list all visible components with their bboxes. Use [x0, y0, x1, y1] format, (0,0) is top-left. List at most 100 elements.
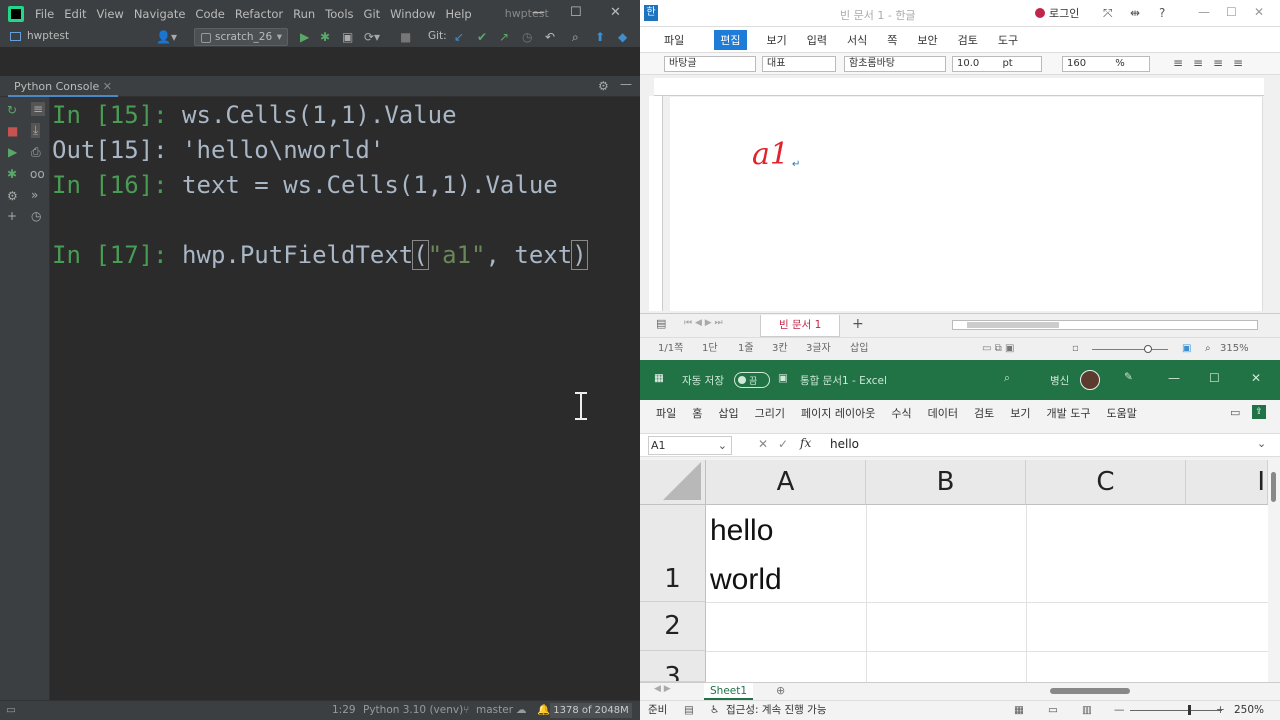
soft-wrap-icon[interactable]: ≡: [31, 102, 46, 116]
menu-page[interactable]: 쪽: [887, 32, 897, 48]
menu-review[interactable]: 검토: [958, 32, 978, 48]
accessibility-icon[interactable]: ♿: [710, 701, 719, 720]
add-tab-icon[interactable]: +: [852, 316, 864, 332]
pen-icon[interactable]: ✎: [1124, 371, 1133, 383]
line-spacing-input[interactable]: 160 %: [1062, 56, 1150, 72]
function-icon[interactable]: fx: [800, 436, 811, 450]
git-commit-icon[interactable]: ✔: [477, 30, 487, 44]
tab-nav-icon[interactable]: ⏮ ◀ ▶ ⏭: [684, 318, 723, 328]
menu-help[interactable]: Help: [446, 7, 472, 21]
minimize-icon[interactable]: —: [1168, 371, 1180, 385]
zoom-out-icon[interactable]: —: [1114, 701, 1125, 720]
tab-file[interactable]: 파일: [656, 405, 676, 421]
add-icon[interactable]: +: [7, 209, 17, 223]
rerun-icon[interactable]: ↻: [7, 103, 17, 117]
menu-tools[interactable]: 도구: [998, 32, 1018, 48]
zoom-in-icon[interactable]: +: [1216, 701, 1225, 720]
horizontal-scrollbar[interactable]: [952, 320, 1258, 330]
git-update-icon[interactable]: ↙: [454, 30, 464, 44]
field-text[interactable]: a1: [752, 137, 789, 172]
menu-run[interactable]: Run: [293, 7, 315, 21]
jetbrains-icon[interactable]: ◆: [618, 30, 627, 44]
update-icon[interactable]: ⬆: [595, 30, 605, 44]
user-icon[interactable]: 👤▾: [156, 30, 177, 44]
stop-console-icon[interactable]: ■: [7, 124, 18, 138]
document-page[interactable]: a1 ↵: [670, 97, 1262, 311]
rollback-icon[interactable]: ↶: [545, 30, 555, 44]
save-icon[interactable]: ▣: [778, 372, 788, 384]
select-all-button[interactable]: [640, 460, 706, 505]
tab-page-layout[interactable]: 페이지 레이아웃: [801, 405, 875, 421]
menu-navigate[interactable]: Navigate: [134, 7, 186, 21]
vertical-ruler[interactable]: [649, 96, 663, 311]
console-debug-icon[interactable]: ✱: [7, 167, 17, 181]
menu-git[interactable]: Git: [364, 7, 381, 21]
view-mode-icons[interactable]: ▭ ⧉ ▣: [982, 338, 1014, 360]
magnifier-icon[interactable]: ⌕: [1205, 338, 1211, 360]
tab-document-1[interactable]: 빈 문서 1: [760, 315, 841, 337]
style-select[interactable]: 바탕글: [664, 56, 756, 72]
menu-security[interactable]: 보안: [917, 32, 937, 48]
menu-edit[interactable]: 편집: [714, 29, 747, 50]
tab-sheet1[interactable]: Sheet1: [704, 683, 754, 700]
tab-home[interactable]: 홈: [692, 405, 702, 421]
git-branch[interactable]: master: [476, 701, 513, 720]
coverage-icon[interactable]: ▣: [342, 30, 353, 44]
memo-icon[interactable]: ▤: [656, 317, 666, 330]
help-icon[interactable]: ?: [1159, 6, 1165, 20]
autosave-toggle[interactable]: 끔: [734, 372, 770, 388]
sheet-nav-icon[interactable]: ◀ ▶: [654, 684, 671, 694]
console-settings-icon[interactable]: ⚙: [7, 189, 18, 203]
profile-icon[interactable]: ⟳▾: [364, 30, 380, 44]
scroll-end-icon[interactable]: ⤓: [31, 123, 41, 138]
menu-tools[interactable]: Tools: [325, 7, 353, 21]
panel-toggle-icon[interactable]: ▭: [6, 701, 16, 720]
row-header-1[interactable]: 1: [640, 505, 706, 602]
execute-icon[interactable]: ▶: [8, 145, 17, 159]
add-sheet-icon[interactable]: ⊕: [776, 684, 785, 697]
tab-formulas[interactable]: 수식: [891, 405, 911, 421]
run-icon[interactable]: ▶: [300, 30, 309, 44]
menu-window[interactable]: Window: [390, 7, 435, 21]
history-icon[interactable]: ◷: [522, 30, 532, 44]
zoom-page-icon[interactable]: ▣: [1182, 338, 1191, 360]
minimize-icon[interactable]: —: [532, 5, 545, 20]
tab-insert[interactable]: 삽입: [718, 405, 738, 421]
python-console-output[interactable]: In [15]: ws.Cells(1,1).Value Out[15]: 'h…: [52, 98, 640, 700]
insert-mode[interactable]: 삽입: [850, 338, 868, 360]
maximize-icon[interactable]: ☐: [570, 5, 582, 20]
vertical-scrollbar[interactable]: [1268, 460, 1280, 682]
column-header-b[interactable]: B: [866, 460, 1026, 505]
close-icon[interactable]: ✕: [610, 5, 621, 20]
login-button[interactable]: 로그인: [1035, 5, 1079, 21]
tab-data[interactable]: 데이터: [928, 405, 958, 421]
close-icon[interactable]: ✕: [1251, 371, 1261, 385]
horizontal-scrollbar[interactable]: [1038, 687, 1256, 696]
project-breadcrumb[interactable]: hwptest: [10, 30, 69, 42]
align-justify-icon[interactable]: ≡: [1173, 56, 1183, 70]
console-input-line[interactable]: In [17]: hwp.PutFieldText("a1", text): [52, 238, 640, 273]
zoom-fit-icon[interactable]: ▫: [1072, 338, 1079, 360]
debug-icon[interactable]: ✱: [320, 30, 330, 44]
zoom-level[interactable]: 250%: [1234, 701, 1264, 720]
tab-help[interactable]: 도움말: [1106, 405, 1136, 421]
worksheet-grid[interactable]: A B C I 1 2 3 hello world: [640, 460, 1268, 685]
expand-formula-icon[interactable]: ⌄: [1257, 437, 1266, 450]
enter-icon[interactable]: ✓: [778, 437, 788, 451]
tab-review[interactable]: 검토: [974, 405, 994, 421]
font-select[interactable]: 함초롬바탕: [844, 56, 946, 72]
align-left-icon[interactable]: ≡: [1193, 56, 1203, 70]
menu-file[interactable]: 파일: [664, 32, 684, 48]
split-icon[interactable]: ⇹: [1130, 6, 1140, 20]
row-header-2[interactable]: 2: [640, 602, 706, 651]
page-layout-icon[interactable]: ▭: [1048, 701, 1058, 720]
page-break-icon[interactable]: ▥: [1082, 701, 1092, 720]
menu-code[interactable]: Code: [195, 7, 224, 21]
zoom-slider[interactable]: [1092, 345, 1168, 353]
caret-position[interactable]: 1:29: [332, 701, 356, 720]
normal-view-icon[interactable]: ▦: [1014, 701, 1024, 720]
name-box[interactable]: A1 ⌄: [648, 436, 732, 455]
menu-format[interactable]: 서식: [847, 32, 867, 48]
column-header-i[interactable]: I: [1186, 460, 1268, 505]
menu-view[interactable]: View: [97, 7, 124, 21]
